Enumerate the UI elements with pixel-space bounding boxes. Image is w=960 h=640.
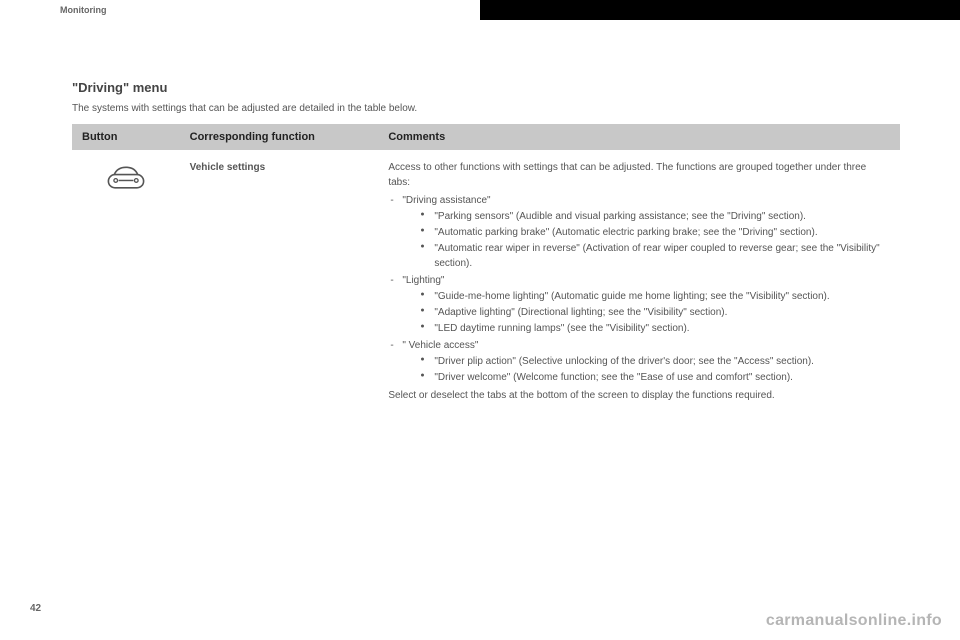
list-item: "LED daytime running lamps" (see the "Vi…: [420, 321, 890, 336]
comments-outro: Select or deselect the tabs at the botto…: [388, 388, 890, 403]
list-item: "Automatic parking brake" (Automatic ele…: [420, 225, 890, 240]
th-comments: Comments: [378, 124, 900, 150]
tab-label: "Lighting": [402, 275, 444, 286]
tab-lighting: "Lighting" "Guide-me-home lighting" (Aut…: [388, 273, 890, 336]
function-name: Vehicle settings: [190, 162, 266, 173]
tab-items: "Parking sensors" (Audible and visual pa…: [402, 209, 890, 271]
function-cell: Vehicle settings: [180, 150, 379, 433]
header-black-bar: [480, 0, 960, 20]
list-item: "Parking sensors" (Audible and visual pa…: [420, 209, 890, 224]
watermark: carmanualsonline.info: [766, 612, 942, 630]
tab-driving-assistance: "Driving assistance" "Parking sensors" (…: [388, 193, 890, 271]
table-row: Vehicle settings Access to other functio…: [72, 150, 900, 433]
settings-table: Button Corresponding function Comments: [72, 124, 900, 433]
table-header-row: Button Corresponding function Comments: [72, 124, 900, 150]
menu-intro: The systems with settings that can be ad…: [72, 103, 900, 114]
header-bar: Monitoring: [0, 0, 960, 20]
comments-cell: Access to other functions with settings …: [378, 150, 900, 433]
list-item: "Automatic rear wiper in reverse" (Activ…: [420, 241, 890, 271]
tab-items: "Guide-me-home lighting" (Automatic guid…: [402, 289, 890, 336]
car-icon: [104, 164, 148, 194]
tab-items: "Driver plip action" (Selective unlockin…: [402, 354, 890, 385]
page-number: 42: [30, 603, 41, 614]
list-item: "Guide-me-home lighting" (Automatic guid…: [420, 289, 890, 304]
menu-title: "Driving" menu: [72, 80, 900, 95]
tab-label: "Driving assistance": [402, 195, 490, 206]
list-item: "Driver plip action" (Selective unlockin…: [420, 354, 890, 369]
section-label: Monitoring: [0, 0, 480, 20]
tab-vehicle-access: " Vehicle access" "Driver plip action" (…: [388, 338, 890, 385]
list-item: "Adaptive lighting" (Directional lightin…: [420, 305, 890, 320]
page-content: "Driving" menu The systems with settings…: [0, 20, 960, 433]
tabs-list: "Driving assistance" "Parking sensors" (…: [388, 193, 890, 385]
th-function: Corresponding function: [180, 124, 379, 150]
comments-intro: Access to other functions with settings …: [388, 162, 866, 188]
tab-label: " Vehicle access": [402, 340, 478, 351]
list-item: "Driver welcome" (Welcome function; see …: [420, 370, 890, 385]
button-icon-cell: [72, 150, 180, 433]
th-button: Button: [72, 124, 180, 150]
